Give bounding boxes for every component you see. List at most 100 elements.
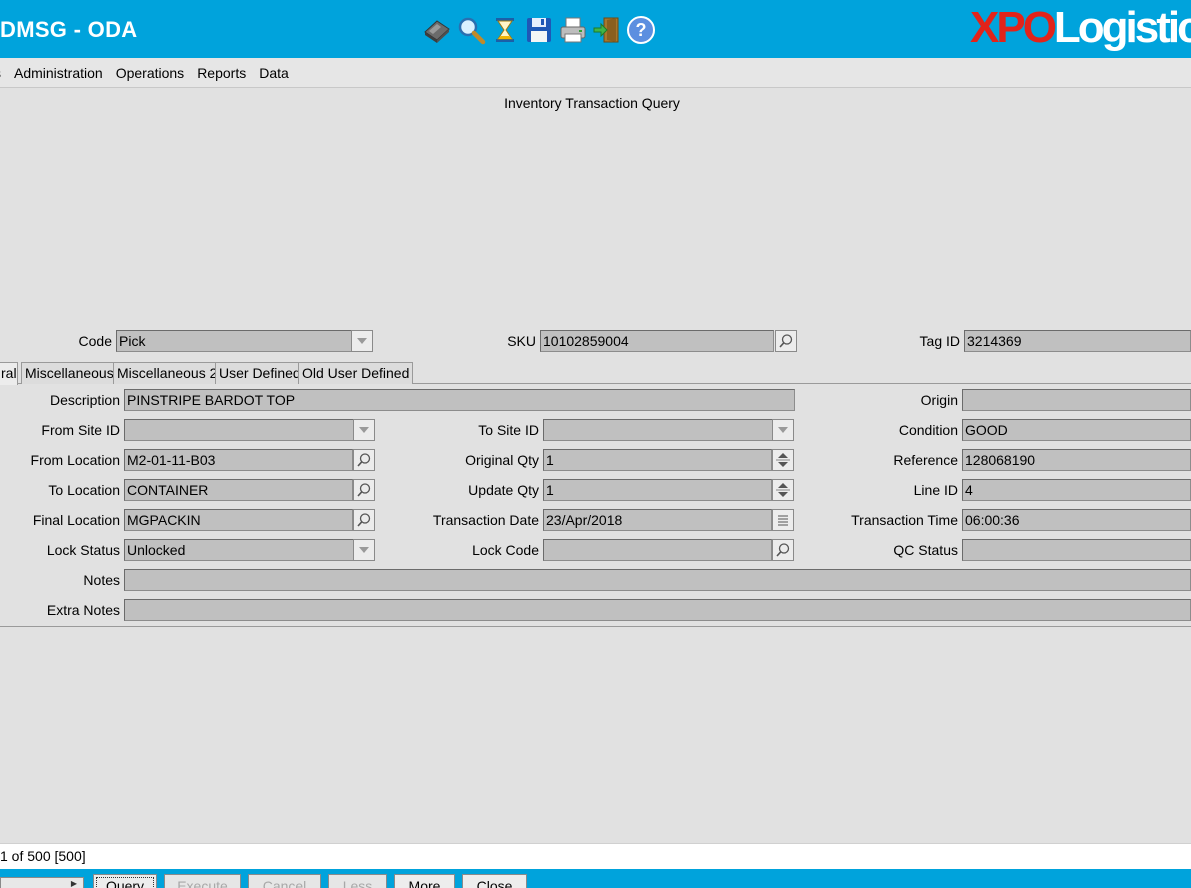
reference-field[interactable]: 128068190 xyxy=(962,449,1191,471)
from-location-lookup-button[interactable] xyxy=(353,449,375,471)
final-location-lookup-button[interactable] xyxy=(353,509,375,531)
lock-code-field[interactable] xyxy=(543,539,772,561)
lock-status-select[interactable]: Unlocked xyxy=(124,539,375,561)
from-site-dropdown-button[interactable] xyxy=(353,419,375,441)
status-strip xyxy=(0,843,1191,869)
menu-item-partial[interactable]: s xyxy=(0,65,1,81)
help-icon[interactable]: ? xyxy=(625,14,657,46)
tab-general[interactable]: ral xyxy=(0,362,18,385)
code-dropdown-button[interactable] xyxy=(351,330,373,352)
line-id-label: Line ID xyxy=(913,482,958,498)
original-qty-field[interactable]: 1 xyxy=(543,449,772,471)
logo-logistic: Logistic xyxy=(1053,3,1191,52)
condition-label: Condition xyxy=(898,422,958,438)
lock-status-label: Lock Status xyxy=(46,542,120,558)
less-button[interactable]: Less xyxy=(328,874,387,888)
condition-field[interactable]: GOOD xyxy=(962,419,1191,441)
from-site-id-label: From Site ID xyxy=(41,422,120,438)
menu-item-reports[interactable]: Reports xyxy=(197,65,246,81)
origin-field[interactable] xyxy=(962,389,1191,411)
from-location-label: From Location xyxy=(30,452,120,468)
magnifier-icon xyxy=(779,334,793,348)
save-icon[interactable] xyxy=(523,14,555,46)
update-qty-label: Update Qty xyxy=(468,482,539,498)
qc-status-label: QC Status xyxy=(893,542,958,558)
transaction-date-field[interactable]: 23/Apr/2018 xyxy=(543,509,772,531)
menu-item-operations[interactable]: Operations xyxy=(116,65,184,81)
chevron-down-icon xyxy=(359,427,369,433)
tab-user-defined[interactable]: User Defined xyxy=(215,362,305,384)
sku-field[interactable]: 10102859004 xyxy=(540,330,774,352)
code-label: Code xyxy=(78,333,112,349)
bottom-button-bar: ▶ Query Execute Cancel Less More Close xyxy=(0,869,1191,888)
execute-button[interactable]: Execute xyxy=(164,874,241,888)
tab-miscellaneous[interactable]: Miscellaneous xyxy=(21,362,118,384)
magnifier-icon xyxy=(357,483,371,497)
transaction-time-label: Transaction Time xyxy=(851,512,958,528)
original-qty-label: Original Qty xyxy=(465,452,539,468)
exit-icon[interactable] xyxy=(591,14,623,46)
lock-status-dropdown-button[interactable] xyxy=(353,539,375,561)
reference-label: Reference xyxy=(893,452,958,468)
svg-text:?: ? xyxy=(636,20,647,40)
to-site-id-label: To Site ID xyxy=(478,422,539,438)
line-id-field[interactable]: 4 xyxy=(962,479,1191,501)
calendar-button[interactable] xyxy=(772,509,794,531)
description-field[interactable]: PINSTRIPE BARDOT TOP xyxy=(124,389,795,411)
app-title: DMSG - ODA xyxy=(0,17,138,42)
tab-old-user-defined[interactable]: Old User Defined xyxy=(298,362,414,384)
tag-id-label: Tag ID xyxy=(919,333,960,349)
sku-label: SKU xyxy=(507,333,536,349)
chevron-down-icon xyxy=(359,547,369,553)
panel-divider xyxy=(0,626,1191,627)
scroll-right-arrow-icon[interactable]: ▶ xyxy=(66,879,82,888)
to-site-id-select[interactable] xyxy=(543,419,794,441)
logo-xpo: XPO xyxy=(970,3,1057,52)
origin-label: Origin xyxy=(920,392,958,408)
original-qty-stepper[interactable] xyxy=(772,449,794,471)
final-location-field[interactable]: MGPACKIN xyxy=(124,509,353,531)
spinner-arrows-icon xyxy=(776,483,790,497)
menu-item-data[interactable]: Data xyxy=(259,65,289,81)
from-location-field[interactable]: M2-01-11-B03 xyxy=(124,449,353,471)
search-icon[interactable] xyxy=(455,14,487,46)
print-icon[interactable] xyxy=(557,14,589,46)
menu-item-administration[interactable]: Administration xyxy=(14,65,103,81)
tag-id-field[interactable]: 3214369 xyxy=(964,330,1191,352)
update-qty-field[interactable]: 1 xyxy=(543,479,772,501)
qc-status-field[interactable] xyxy=(962,539,1191,561)
to-site-dropdown-button[interactable] xyxy=(772,419,794,441)
lock-code-lookup-button[interactable] xyxy=(772,539,794,561)
calendar-icon xyxy=(778,515,788,526)
notes-field[interactable] xyxy=(124,569,1191,591)
magnifier-icon xyxy=(357,513,371,527)
extra-notes-label: Extra Notes xyxy=(46,602,120,618)
final-location-label: Final Location xyxy=(32,512,120,528)
from-site-id-select[interactable] xyxy=(124,419,375,441)
eraser-icon[interactable] xyxy=(421,14,453,46)
more-button[interactable]: More xyxy=(394,874,455,888)
xpo-logo: XPOLogistic xyxy=(970,4,1191,52)
record-count: 1 of 500 [500] xyxy=(0,848,86,864)
lock-code-label: Lock Code xyxy=(472,542,539,558)
cancel-button[interactable]: Cancel xyxy=(248,874,321,888)
to-location-label: To Location xyxy=(48,482,120,498)
hourglass-icon[interactable] xyxy=(489,14,521,46)
transaction-time-field[interactable]: 06:00:36 xyxy=(962,509,1191,531)
tab-miscellaneous-2[interactable]: Miscellaneous 2 xyxy=(113,362,222,384)
chevron-down-icon xyxy=(778,427,788,433)
close-button[interactable]: Close xyxy=(462,874,527,888)
app-header: DMSG - ODA ? XPOLogistic xyxy=(0,0,1191,58)
sku-lookup-button[interactable] xyxy=(775,330,797,352)
transaction-date-label: Transaction Date xyxy=(432,512,539,528)
update-qty-stepper[interactable] xyxy=(772,479,794,501)
extra-notes-field[interactable] xyxy=(124,599,1191,621)
to-location-lookup-button[interactable] xyxy=(353,479,375,501)
code-select[interactable]: Pick xyxy=(116,330,373,352)
toolbar: ? xyxy=(421,14,659,46)
description-label: Description xyxy=(49,392,120,408)
to-location-field[interactable]: CONTAINER xyxy=(124,479,353,501)
query-button[interactable]: Query xyxy=(93,874,157,888)
magnifier-icon xyxy=(357,453,371,467)
form-title: Inventory Transaction Query xyxy=(504,95,680,111)
